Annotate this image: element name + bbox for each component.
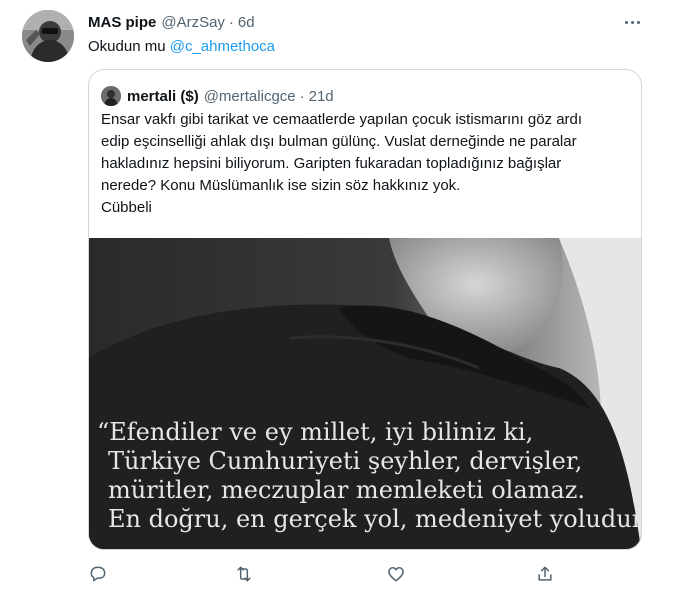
quoted-tweet-text: Ensar vakfı gibi tarikat ve cemaatlerde …	[101, 109, 631, 219]
quoted-text-line: edip eşcinselliği ahlak dışı bulman gülü…	[101, 133, 577, 150]
tweet-text: Okudun mu @c_ahmethoca	[88, 37, 275, 57]
separator-dot: ·	[299, 87, 305, 105]
quoted-author-avatar	[101, 86, 121, 106]
tweet-header: MAS pipe @ArzSay · 6d	[88, 12, 255, 32]
quoted-text-line: Ensar vakfı gibi tarikat ve cemaatlerde …	[101, 111, 583, 128]
quoted-media-image[interactable]: “Efendiler ve ey millet, iyi biliniz ki,…	[89, 238, 641, 549]
quoted-author-handle: @mertalicgce	[203, 87, 296, 105]
tweet-text-body: Okudun mu	[88, 38, 170, 55]
action-bar	[80, 560, 580, 588]
quoted-timestamp: 21d	[308, 87, 334, 105]
separator-dot: ·	[228, 13, 234, 31]
tweet[interactable]: MAS pipe @ArzSay · 6d Okudun mu @c_ahmet…	[0, 0, 675, 596]
image-quote-line: En doğru, en gerçek yol, medeniyet yolud…	[108, 505, 641, 533]
author-avatar[interactable]	[22, 10, 74, 62]
author-handle[interactable]: @ArzSay	[161, 14, 225, 31]
author-avatar-image	[22, 10, 74, 62]
image-quote-line: müritler, meczuplar memleketi olamaz.	[108, 476, 585, 504]
more-options-icon[interactable]	[620, 12, 644, 32]
image-quote-line: “Efendiler ve ey millet, iyi biliniz ki,	[97, 418, 534, 446]
reply-icon[interactable]	[84, 560, 112, 588]
retweet-icon[interactable]	[230, 560, 258, 588]
mention-link[interactable]: @c_ahmethoca	[170, 38, 275, 55]
tweet-timestamp[interactable]: 6d	[238, 14, 255, 31]
quoted-text-line: hakladınız hepsini biliyorum. Garipten f…	[101, 155, 562, 172]
image-quote-line: Türkiye Cumhuriyeti şeyhler, dervişler,	[108, 447, 583, 475]
like-icon[interactable]	[382, 560, 410, 588]
quoted-tweet[interactable]: mertali ($) @mertalicgce · 21d Ensar vak…	[88, 69, 642, 550]
image-quote-text: “Efendiler ve ey millet, iyi biliniz ki,…	[89, 418, 641, 534]
quoted-tweet-header: mertali ($) @mertalicgce · 21d	[101, 86, 334, 106]
quoted-author-name: mertali ($)	[127, 87, 199, 105]
quoted-text-line: nerede? Konu Müslümanlık ise sizin söz h…	[101, 177, 461, 194]
quoted-text-line: Cübbeli	[101, 199, 152, 216]
share-icon[interactable]	[531, 560, 559, 588]
author-name[interactable]: MAS pipe	[88, 14, 156, 31]
